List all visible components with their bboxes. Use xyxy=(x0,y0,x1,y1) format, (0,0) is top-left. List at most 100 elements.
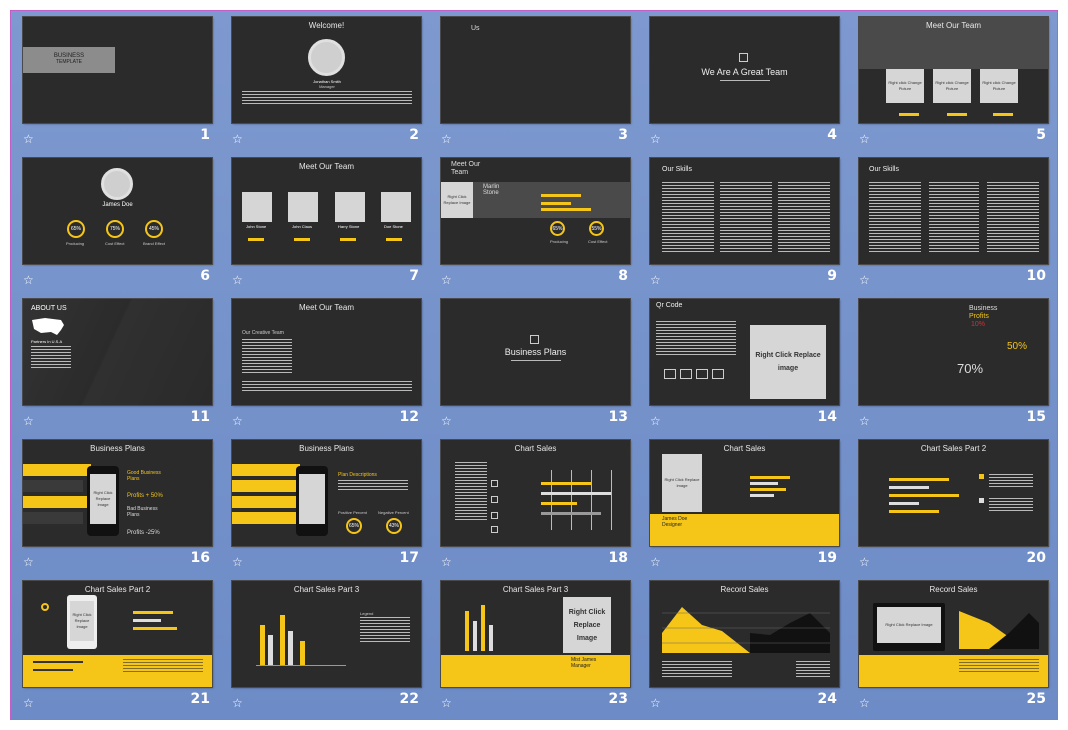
slide-cell-2[interactable]: Welcome! Jonathan Smith Manager ☆ 2 xyxy=(231,16,422,158)
star-icon[interactable]: ☆ xyxy=(441,414,455,428)
photo-placeholder: Right click Change Picture xyxy=(933,69,971,103)
slide-cell-8[interactable]: Meet Our Team Right Click Replace Image … xyxy=(440,157,631,299)
body-text xyxy=(869,182,921,254)
slide-cell-20[interactable]: Chart Sales Part 2 ☆ 20 xyxy=(858,439,1049,581)
slide-cell-19[interactable]: Chart Sales Right Click Replace Image Ja… xyxy=(649,439,840,581)
slide-thumbnail[interactable]: Qr Code Right Click Replace image xyxy=(649,298,840,406)
slide-thumbnail[interactable]: Business Plans xyxy=(440,298,631,406)
slide-thumbnail[interactable]: Chart Sales Part 3 Right Click Replace I… xyxy=(440,580,631,688)
stat-circle: 43% xyxy=(386,518,402,534)
slide-thumbnail[interactable]: Chart Sales Part 3 Legend xyxy=(231,580,422,688)
slide-cell-10[interactable]: Our Skills ☆ 10 xyxy=(858,157,1049,299)
slide-cell-1[interactable]: BUSINESS TEMPLATE ☆ 1 xyxy=(22,16,213,158)
slide-thumbnail[interactable]: Chart Sales Part 2 Right Click Replace I… xyxy=(22,580,213,688)
slide-number: 7 xyxy=(409,268,419,284)
slide-thumbnail[interactable]: Record Sales xyxy=(649,580,840,688)
slide-thumbnail[interactable]: ABOUT US Partners In U.S.A xyxy=(22,298,213,406)
slide-thumbnail[interactable]: Our Skills xyxy=(858,157,1049,265)
star-icon[interactable]: ☆ xyxy=(650,414,664,428)
slide-thumbnail[interactable]: Meet Our Team Our Creative Team xyxy=(231,298,422,406)
slide-thumbnail[interactable]: Chart Sales Right Click Replace Image Ja… xyxy=(649,439,840,547)
slide-cell-11[interactable]: ABOUT US Partners In U.S.A ☆ 11 xyxy=(22,298,213,440)
slide-thumbnail[interactable]: Record Sales Right Click Replace Image xyxy=(858,580,1049,688)
skill-bar xyxy=(541,208,591,211)
body-text xyxy=(242,91,412,105)
star-icon[interactable]: ☆ xyxy=(650,273,664,287)
slide-thumbnail[interactable]: Chart Sales Part 2 xyxy=(858,439,1049,547)
star-icon[interactable]: ☆ xyxy=(23,414,37,428)
chart-bar xyxy=(133,627,177,630)
subtitle-text xyxy=(720,80,770,82)
star-icon[interactable]: ☆ xyxy=(859,273,873,287)
slide-cell-4[interactable]: We Are A Great Team ☆ 4 xyxy=(649,16,840,158)
slide-thumbnail[interactable]: We Are A Great Team xyxy=(649,16,840,124)
slide-cell-15[interactable]: Business Profits 10% 50% 70% ☆ 15 xyxy=(858,298,1049,440)
slide-thumbnail[interactable]: Business Plans Plan Descriptions 65% 43%… xyxy=(231,439,422,547)
star-icon[interactable]: ☆ xyxy=(859,696,873,710)
star-icon[interactable]: ☆ xyxy=(232,555,246,569)
star-icon[interactable]: ☆ xyxy=(859,555,873,569)
slide-thumbnail[interactable]: James Doe 65% 75% 45% Producing Cost Eff… xyxy=(22,157,213,265)
x-axis xyxy=(256,665,346,666)
slide-number: 14 xyxy=(817,409,837,425)
chart-bar xyxy=(889,486,929,489)
skill-bar xyxy=(947,113,967,116)
slide-cell-6[interactable]: James Doe 65% 75% 45% Producing Cost Eff… xyxy=(22,157,213,299)
body-text xyxy=(455,462,487,522)
slide-cell-13[interactable]: Business Plans ☆ 13 xyxy=(440,298,631,440)
slide-subtitle: Profits xyxy=(969,313,989,320)
slide-cell-21[interactable]: Chart Sales Part 2 Right Click Replace I… xyxy=(22,580,213,722)
star-icon[interactable]: ☆ xyxy=(650,696,664,710)
slide-thumbnail[interactable]: BUSINESS TEMPLATE xyxy=(22,16,213,124)
slide-cell-12[interactable]: Meet Our Team Our Creative Team ☆ 12 xyxy=(231,298,422,440)
star-icon[interactable]: ☆ xyxy=(441,132,455,146)
slide-thumbnail[interactable]: Our Skills xyxy=(649,157,840,265)
slide-cell-3[interactable]: Us ☆ 3 xyxy=(440,16,631,158)
slide-thumbnail[interactable]: Meet Our Team Right click Change Picture… xyxy=(858,16,1049,124)
slide-cell-9[interactable]: Our Skills ☆ 9 xyxy=(649,157,840,299)
slide-cell-23[interactable]: Chart Sales Part 3 Right Click Replace I… xyxy=(440,580,631,722)
body-text xyxy=(242,381,412,393)
star-icon[interactable]: ☆ xyxy=(232,273,246,287)
slide-thumbnail[interactable]: Welcome! Jonathan Smith Manager xyxy=(231,16,422,124)
slide-cell-25[interactable]: Record Sales Right Click Replace Image ☆… xyxy=(858,580,1049,722)
star-icon[interactable]: ☆ xyxy=(441,555,455,569)
star-icon[interactable]: ☆ xyxy=(23,555,37,569)
slide-number: 23 xyxy=(608,691,628,707)
star-icon[interactable]: ☆ xyxy=(650,132,664,146)
slide-cell-16[interactable]: Business Plans Right Click Replace Image… xyxy=(22,439,213,581)
star-icon[interactable]: ☆ xyxy=(232,696,246,710)
star-icon[interactable]: ☆ xyxy=(859,132,873,146)
skill-bar xyxy=(248,238,264,241)
slide-thumbnail[interactable]: Us xyxy=(440,16,631,124)
slide-title: Us xyxy=(471,25,480,32)
star-icon[interactable]: ☆ xyxy=(23,696,37,710)
slide-thumbnail[interactable]: Meet Our Team John Stone John Claus Harr… xyxy=(231,157,422,265)
slide-cell-18[interactable]: Chart Sales ☆ 18 xyxy=(440,439,631,581)
slide-subtitle: Our Creative Team xyxy=(242,330,284,336)
slide-thumbnail[interactable]: Chart Sales xyxy=(440,439,631,547)
star-icon[interactable]: ☆ xyxy=(232,414,246,428)
person-role: Designer xyxy=(662,522,683,528)
slide-thumbnail[interactable]: Business Plans Right Click Replace Image… xyxy=(22,439,213,547)
star-icon[interactable]: ☆ xyxy=(441,696,455,710)
star-icon[interactable]: ☆ xyxy=(859,414,873,428)
slide-number: 25 xyxy=(1026,691,1046,707)
slide-cell-24[interactable]: Record Sales ☆ 24 xyxy=(649,580,840,722)
star-icon[interactable]: ☆ xyxy=(232,132,246,146)
star-icon[interactable]: ☆ xyxy=(23,132,37,146)
phone-mockup: Right Click Replace Image xyxy=(87,466,119,536)
slide-thumbnail[interactable]: Business Profits 10% 50% 70% xyxy=(858,298,1049,406)
chart-column xyxy=(489,625,493,651)
slide-thumbnail[interactable]: Meet Our Team Right Click Replace Image … xyxy=(440,157,631,265)
star-icon[interactable]: ☆ xyxy=(441,273,455,287)
slide-title: Business xyxy=(969,305,998,312)
star-icon[interactable]: ☆ xyxy=(23,273,37,287)
slide-cell-7[interactable]: Meet Our Team John Stone John Claus Harr… xyxy=(231,157,422,299)
body-text xyxy=(959,659,1039,673)
slide-cell-22[interactable]: Chart Sales Part 3 Legend ☆ 22 xyxy=(231,580,422,722)
slide-cell-17[interactable]: Business Plans Plan Descriptions 65% 43%… xyxy=(231,439,422,581)
star-icon[interactable]: ☆ xyxy=(650,555,664,569)
slide-cell-14[interactable]: Qr Code Right Click Replace image ☆ 14 xyxy=(649,298,840,440)
slide-cell-5[interactable]: Meet Our Team Right click Change Picture… xyxy=(858,16,1049,158)
